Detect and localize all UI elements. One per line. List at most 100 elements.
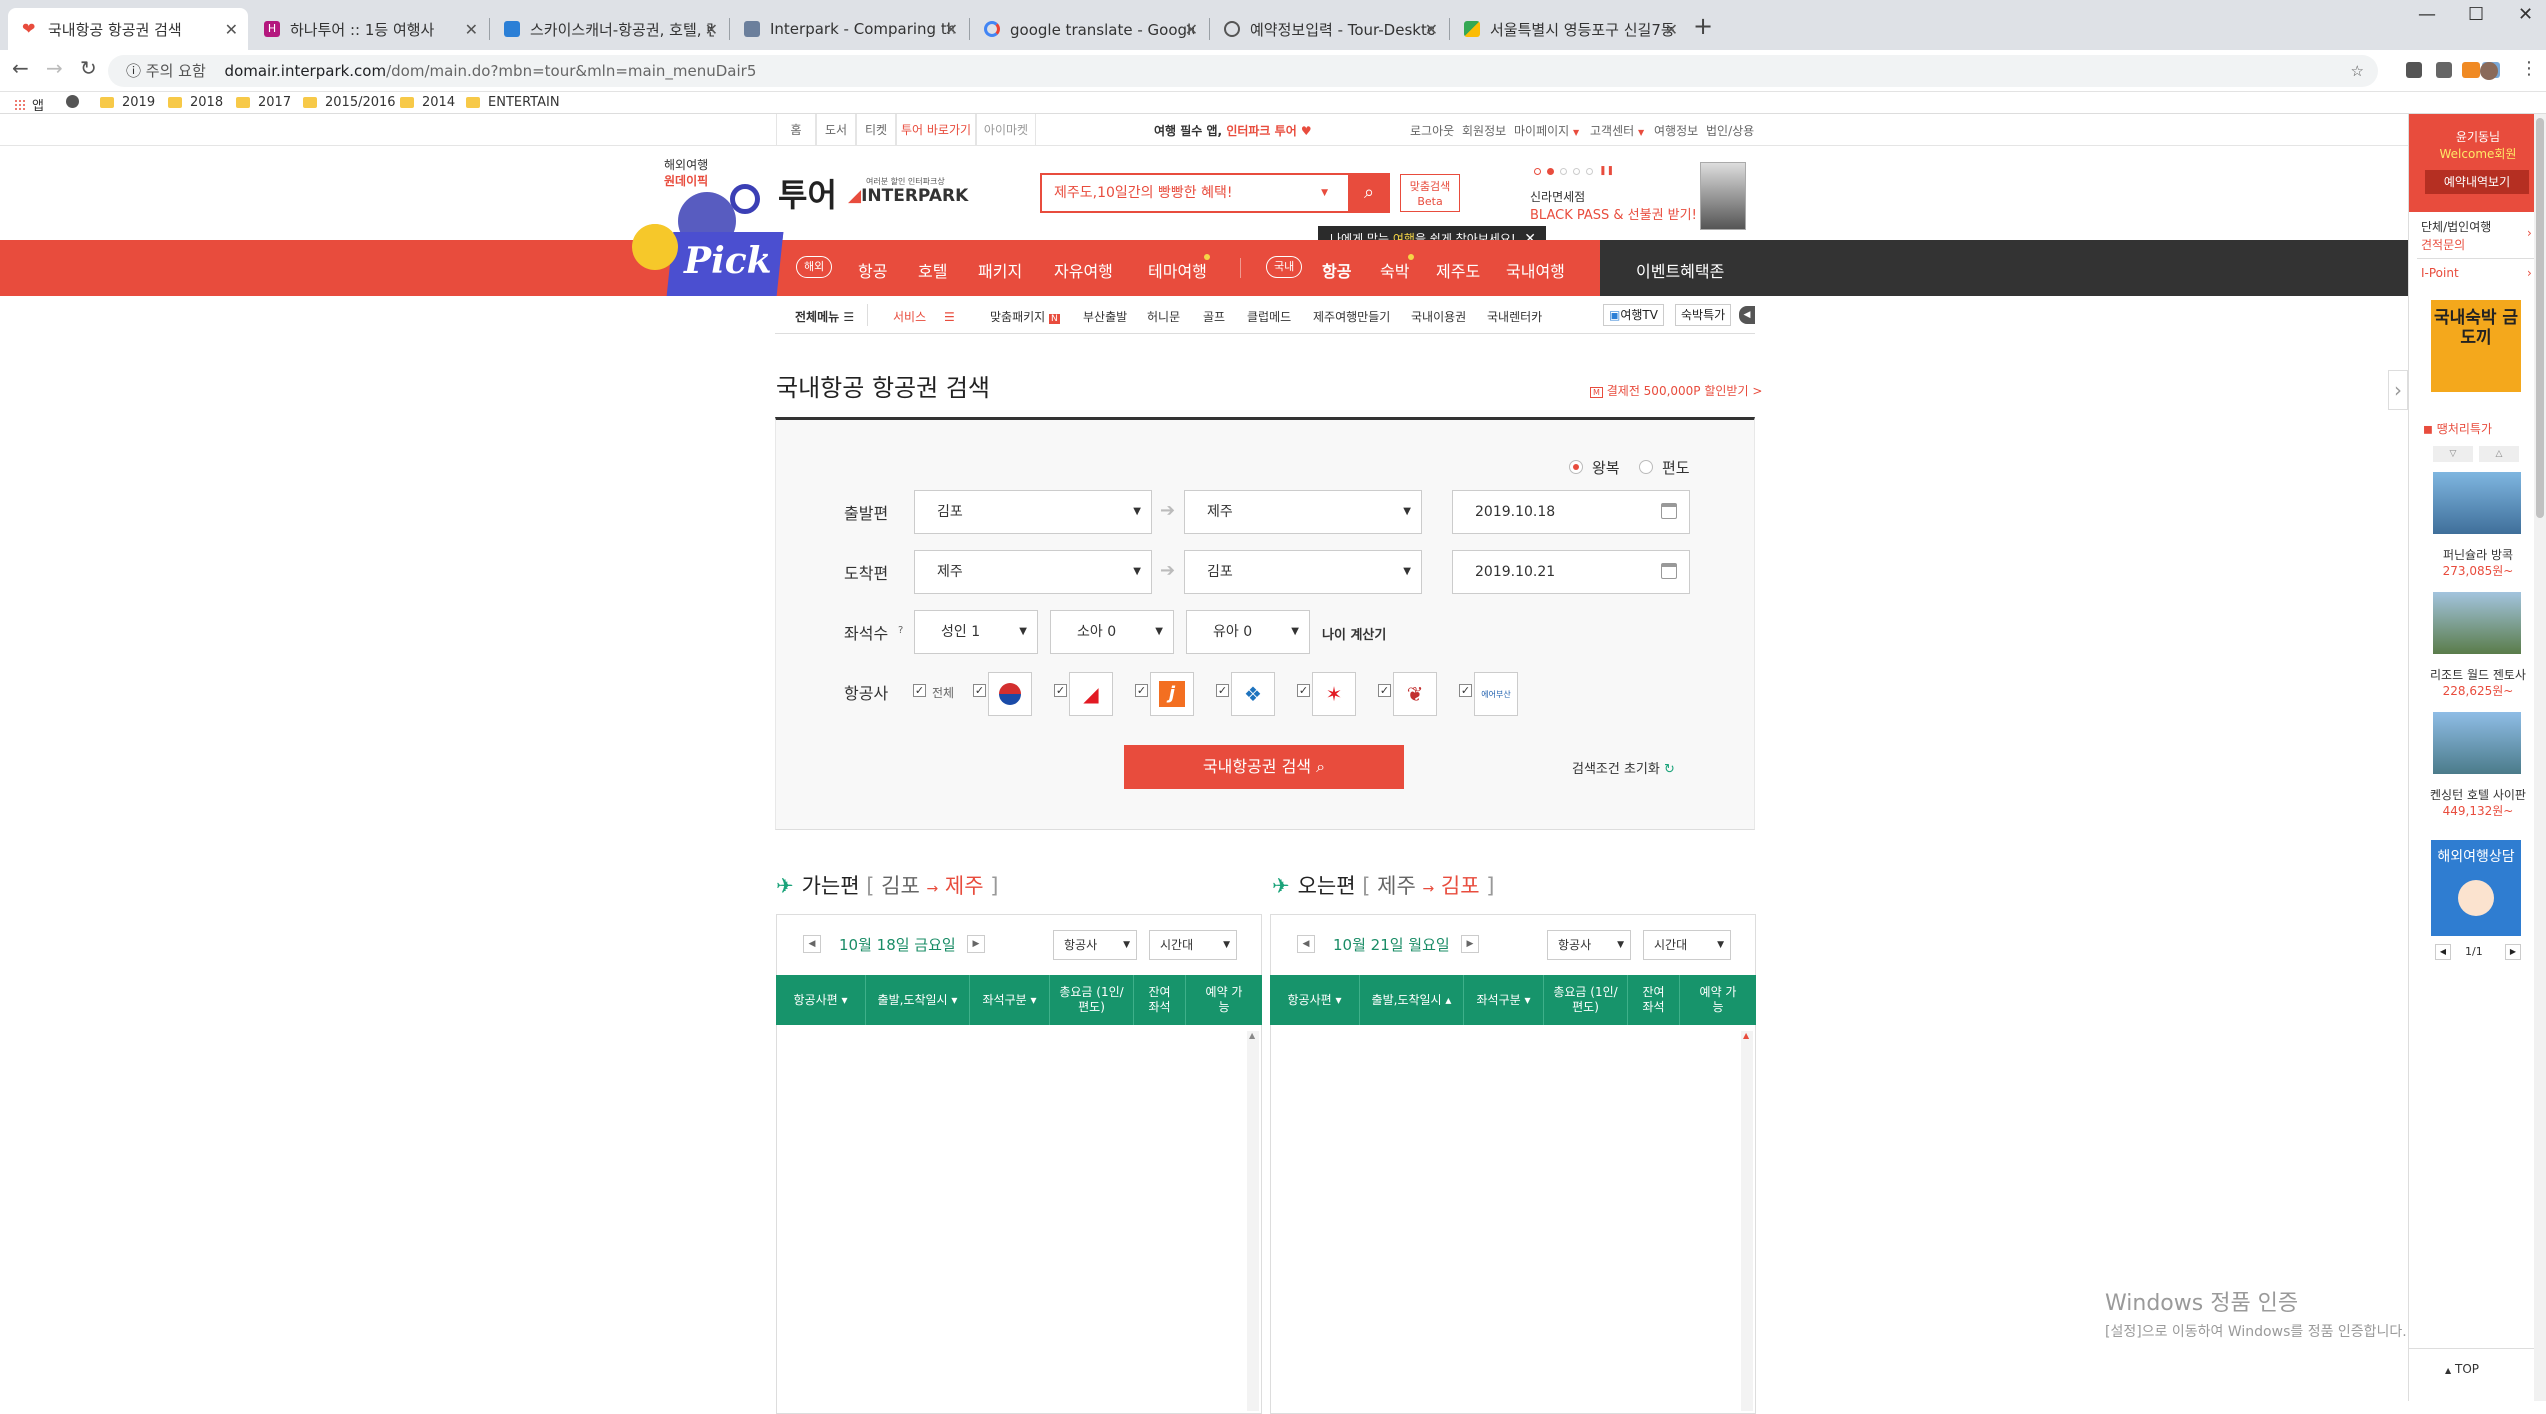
eastar-jet-icon[interactable]: ✶ bbox=[1312, 672, 1356, 716]
jeju-air-icon[interactable]: j bbox=[1150, 672, 1194, 716]
asiana-icon[interactable]: ◢ bbox=[1069, 672, 1113, 716]
customer-center-link[interactable]: 고객센터 ▼ bbox=[1590, 122, 1644, 139]
depart-to-select[interactable]: 제주 ▼ bbox=[1184, 490, 1422, 534]
site-search-input[interactable]: 제주도,10일간의 빵빵한 혜택! ▼ bbox=[1040, 173, 1390, 213]
child-select[interactable]: 소아 0 ▼ bbox=[1050, 610, 1174, 654]
profile-avatar[interactable] bbox=[2480, 62, 2498, 80]
extension-icon[interactable] bbox=[2462, 62, 2480, 78]
forward-icon[interactable]: → bbox=[46, 56, 63, 80]
nav-theme-travel[interactable]: 테마여행 bbox=[1148, 258, 1207, 282]
tour-logo[interactable]: 투어 bbox=[778, 170, 837, 216]
all-menu-button[interactable]: 전체메뉴 ☰ bbox=[795, 308, 854, 325]
col-fare[interactable]: 총요금 (1인/편도) bbox=[1544, 975, 1628, 1025]
airline-filter[interactable]: 항공사 ▼ bbox=[1547, 930, 1631, 960]
next-page-button[interactable]: ▶ bbox=[2505, 944, 2521, 960]
col-fare[interactable]: 총요금 (1인/편도) bbox=[1050, 975, 1134, 1025]
travel-info-link[interactable]: 여행정보 bbox=[1654, 122, 1698, 139]
banner-pager[interactable]: ❚❚ bbox=[1534, 167, 1614, 176]
new-tab-icon[interactable]: + bbox=[1693, 12, 1713, 40]
nav-free-travel[interactable]: 자유여행 bbox=[1054, 258, 1113, 282]
banner-text[interactable]: BLACK PASS & 선불권 받기! bbox=[1530, 204, 1697, 223]
close-icon[interactable]: ✕ bbox=[1665, 20, 1678, 39]
travel-tv-button[interactable]: ▣여행TV bbox=[1603, 304, 1664, 326]
menu-icon[interactable]: ⋮ bbox=[2520, 58, 2538, 79]
return-to-select[interactable]: 김포 ▼ bbox=[1184, 550, 1422, 594]
return-date-input[interactable]: 2019.10.21 bbox=[1452, 550, 1690, 594]
flight-search-button[interactable]: 국내항공권 검색 ⌕ bbox=[1124, 745, 1404, 789]
airline-checkbox[interactable]: ✓ bbox=[1297, 684, 1310, 697]
next-day-button[interactable]: ▶ bbox=[1461, 935, 1479, 953]
corporate-link[interactable]: 법인/상용 bbox=[1706, 122, 1754, 139]
close-icon[interactable]: ✕ bbox=[1185, 20, 1198, 39]
nav-stay[interactable]: 숙박 bbox=[1380, 258, 1409, 282]
consult-banner[interactable]: 해외여행상담 bbox=[2431, 840, 2521, 936]
col-class[interactable]: 좌석구분 ▾ bbox=[970, 975, 1050, 1025]
calendar-icon[interactable] bbox=[1661, 503, 1677, 519]
deal-image[interactable] bbox=[2433, 712, 2521, 774]
member-info-link[interactable]: 회원정보 bbox=[1462, 122, 1506, 139]
airline-checkbox[interactable]: ✓ bbox=[1054, 684, 1067, 697]
util-imarket-link[interactable]: 아이마켓 bbox=[976, 114, 1036, 146]
banner-text[interactable]: 신라면세점 bbox=[1530, 188, 1585, 205]
col-seats-left[interactable]: 잔여 좌석 bbox=[1134, 975, 1186, 1025]
mypage-link[interactable]: 마이페이지 ▼ bbox=[1514, 122, 1579, 139]
age-calculator-link[interactable]: 나이 계산기 bbox=[1322, 624, 1386, 643]
stay-banner[interactable]: 국내숙박 금도끼 bbox=[2431, 300, 2521, 392]
tab-skyscanner[interactable]: 스카이스캐너-항공권, 호텔, 렌트 ✕ bbox=[490, 8, 728, 50]
top-button[interactable]: ▲ TOP bbox=[2445, 1362, 2479, 1376]
sub-jeju-make[interactable]: 제주여행만들기 bbox=[1313, 308, 1390, 325]
sub-golf[interactable]: 골프 bbox=[1203, 308, 1225, 325]
reset-link[interactable]: 검색조건 초기화 ↻ bbox=[1572, 758, 1675, 777]
col-flight[interactable]: 항공사편 ▾ bbox=[776, 975, 866, 1025]
col-bookable[interactable]: 예약 가능 bbox=[1186, 975, 1262, 1025]
calendar-icon[interactable] bbox=[1661, 563, 1677, 579]
depart-from-select[interactable]: 김포 ▼ bbox=[914, 490, 1152, 534]
minimize-icon[interactable]: — bbox=[2418, 4, 2436, 25]
bookmark-folder[interactable]: 2019 bbox=[100, 95, 155, 110]
time-filter[interactable]: 시간대 ▼ bbox=[1643, 930, 1731, 960]
interpark-logo[interactable]: ◢INTERPARK bbox=[848, 186, 968, 206]
col-time[interactable]: 출발,도착일시 ▾ bbox=[866, 975, 970, 1025]
sub-domestic-rental[interactable]: 국내렌터카 bbox=[1487, 308, 1542, 325]
logout-link[interactable]: 로그아웃 bbox=[1410, 122, 1454, 139]
airline-checkbox[interactable]: ✓ bbox=[973, 684, 986, 697]
deal-name[interactable]: 리조트 월드 젠토사 bbox=[2409, 666, 2546, 683]
promo-link[interactable]: M 결제전 500,000P 할인받기 > bbox=[1590, 382, 1762, 399]
bookmark-folder[interactable]: 2014 bbox=[400, 95, 455, 110]
url-input[interactable]: ⓘ 주의 요함 domair.interpark.com/dom/main.do… bbox=[108, 55, 2378, 87]
tab-reservation[interactable]: 예약정보입력 - Tour-Desktop ✕ bbox=[1210, 8, 1448, 50]
nav-overseas-air[interactable]: 항공 bbox=[858, 258, 887, 282]
booking-history-button[interactable]: 예약내역보기 bbox=[2425, 170, 2529, 194]
air-seoul-icon[interactable]: ❦ bbox=[1393, 672, 1437, 716]
col-time[interactable]: 출발,도착일시 ▴ bbox=[1360, 975, 1464, 1025]
reload-icon[interactable]: ↻ bbox=[80, 56, 97, 80]
bookmark-folder[interactable]: 2015/2016 bbox=[303, 95, 396, 110]
nav-domestic-air[interactable]: 항공 bbox=[1322, 258, 1351, 282]
corp-travel-link[interactable]: 단체/법인여행 bbox=[2421, 218, 2491, 235]
infant-select[interactable]: 유아 0 ▼ bbox=[1186, 610, 1310, 654]
custom-search-button[interactable]: 맞춤검색 Beta bbox=[1400, 174, 1460, 212]
deal-name[interactable]: 퍼닌슐라 방콕 bbox=[2409, 546, 2546, 563]
col-bookable[interactable]: 예약 가능 bbox=[1680, 975, 1756, 1025]
help-icon[interactable]: ? bbox=[898, 625, 903, 636]
return-from-select[interactable]: 제주 ▼ bbox=[914, 550, 1152, 594]
page-scrollbar[interactable] bbox=[2534, 114, 2546, 1401]
scroll-up-button[interactable]: △ bbox=[2479, 446, 2519, 462]
util-ticket-link[interactable]: 티켓 bbox=[856, 114, 896, 146]
results-scrollbar[interactable]: ▲ bbox=[1247, 1031, 1259, 1411]
nav-event[interactable]: 이벤트혜택존 bbox=[1636, 258, 1724, 282]
bookmark-star-icon[interactable]: ☆ bbox=[2351, 55, 2364, 87]
bookmark-folder[interactable]: 2017 bbox=[236, 95, 291, 110]
back-icon[interactable]: ← bbox=[12, 56, 29, 80]
stay-deal-button[interactable]: 숙박특가 bbox=[1675, 304, 1732, 326]
korean-air-icon[interactable] bbox=[988, 672, 1032, 716]
extension-icon[interactable] bbox=[2436, 62, 2452, 78]
results-scrollbar[interactable]: ▲ bbox=[1741, 1031, 1753, 1411]
util-tour-link[interactable]: 투어 바로가기 bbox=[896, 114, 976, 146]
deal-image[interactable] bbox=[2433, 592, 2521, 654]
sub-busan[interactable]: 부산출발 bbox=[1083, 308, 1127, 325]
app-promo[interactable]: 여행 필수 앱, 인터파크 투어 ♥ bbox=[1154, 122, 1312, 139]
tab-maps[interactable]: 서울특별시 영등포구 신길7동 이 ✕ bbox=[1450, 8, 1688, 50]
airline-checkbox[interactable]: ✓ bbox=[1216, 684, 1229, 697]
airline-checkbox[interactable]: ✓ bbox=[1378, 684, 1391, 697]
